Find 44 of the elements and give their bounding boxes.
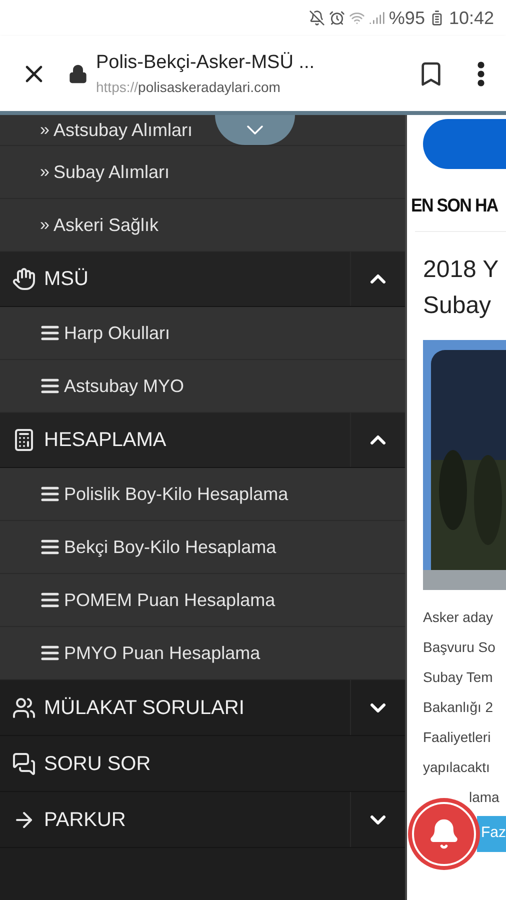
section-icon (12, 752, 36, 776)
mute-icon (308, 10, 325, 26)
post-title[interactable]: 2018 Y (415, 252, 506, 288)
excerpt-line: lama (468, 788, 500, 806)
excerpt-line: Faaliyetleri (423, 728, 492, 747)
list-icon (40, 643, 60, 663)
menu-item[interactable]: Astsubay MYO (64, 372, 184, 400)
excerpt-line: Bakanlığı 2 (423, 698, 494, 717)
more-icon (477, 60, 485, 86)
excerpt-line: Başvuru So (423, 638, 496, 657)
menu-section[interactable]: MSÜ (44, 264, 88, 294)
section-heading: EN SON HA (411, 194, 500, 218)
alarm-icon (328, 10, 345, 26)
section-icon (12, 696, 36, 720)
post-title[interactable]: Subay (415, 288, 506, 324)
menu-item[interactable]: Askeri Sağlık (53, 212, 159, 238)
battery-percent: %95 (388, 6, 425, 30)
list-icon (40, 537, 60, 557)
bullet-marker: » (40, 214, 50, 236)
menu-section[interactable]: SORU SOR (44, 748, 151, 778)
menu-section[interactable]: MÜLAKAT SORULARI (44, 692, 244, 722)
bullet-marker: » (40, 161, 50, 184)
lock-icon (68, 64, 88, 84)
clock: 10:42 (448, 6, 494, 30)
bell-icon (428, 818, 460, 850)
section-icon (12, 267, 36, 291)
list-icon (40, 376, 60, 396)
excerpt-line: Subay Tem (423, 668, 494, 687)
menu-item[interactable]: Astsubay Alımları (53, 116, 193, 144)
list-icon (40, 590, 60, 610)
menu-section[interactable]: PARKUR (44, 804, 126, 834)
menu-item[interactable]: Harp Okulları (64, 320, 170, 346)
wifi-icon (348, 10, 365, 26)
page-url[interactable]: https://polisaskeradaylari.com (96, 77, 406, 98)
section-icon (12, 428, 36, 452)
signal-icon (368, 10, 385, 26)
list-icon (40, 484, 60, 504)
list-icon (40, 323, 60, 343)
excerpt-line: yapılacaktı (423, 758, 491, 777)
page-title: Polis-Bekçi-Asker-MSÜ ... (96, 50, 316, 75)
bullet-marker: » (40, 119, 50, 142)
menu-item[interactable]: Subay Alımları (53, 158, 170, 186)
excerpt-line: Asker aday (423, 608, 494, 627)
menu-section[interactable]: HESAPLAMA (44, 425, 166, 455)
